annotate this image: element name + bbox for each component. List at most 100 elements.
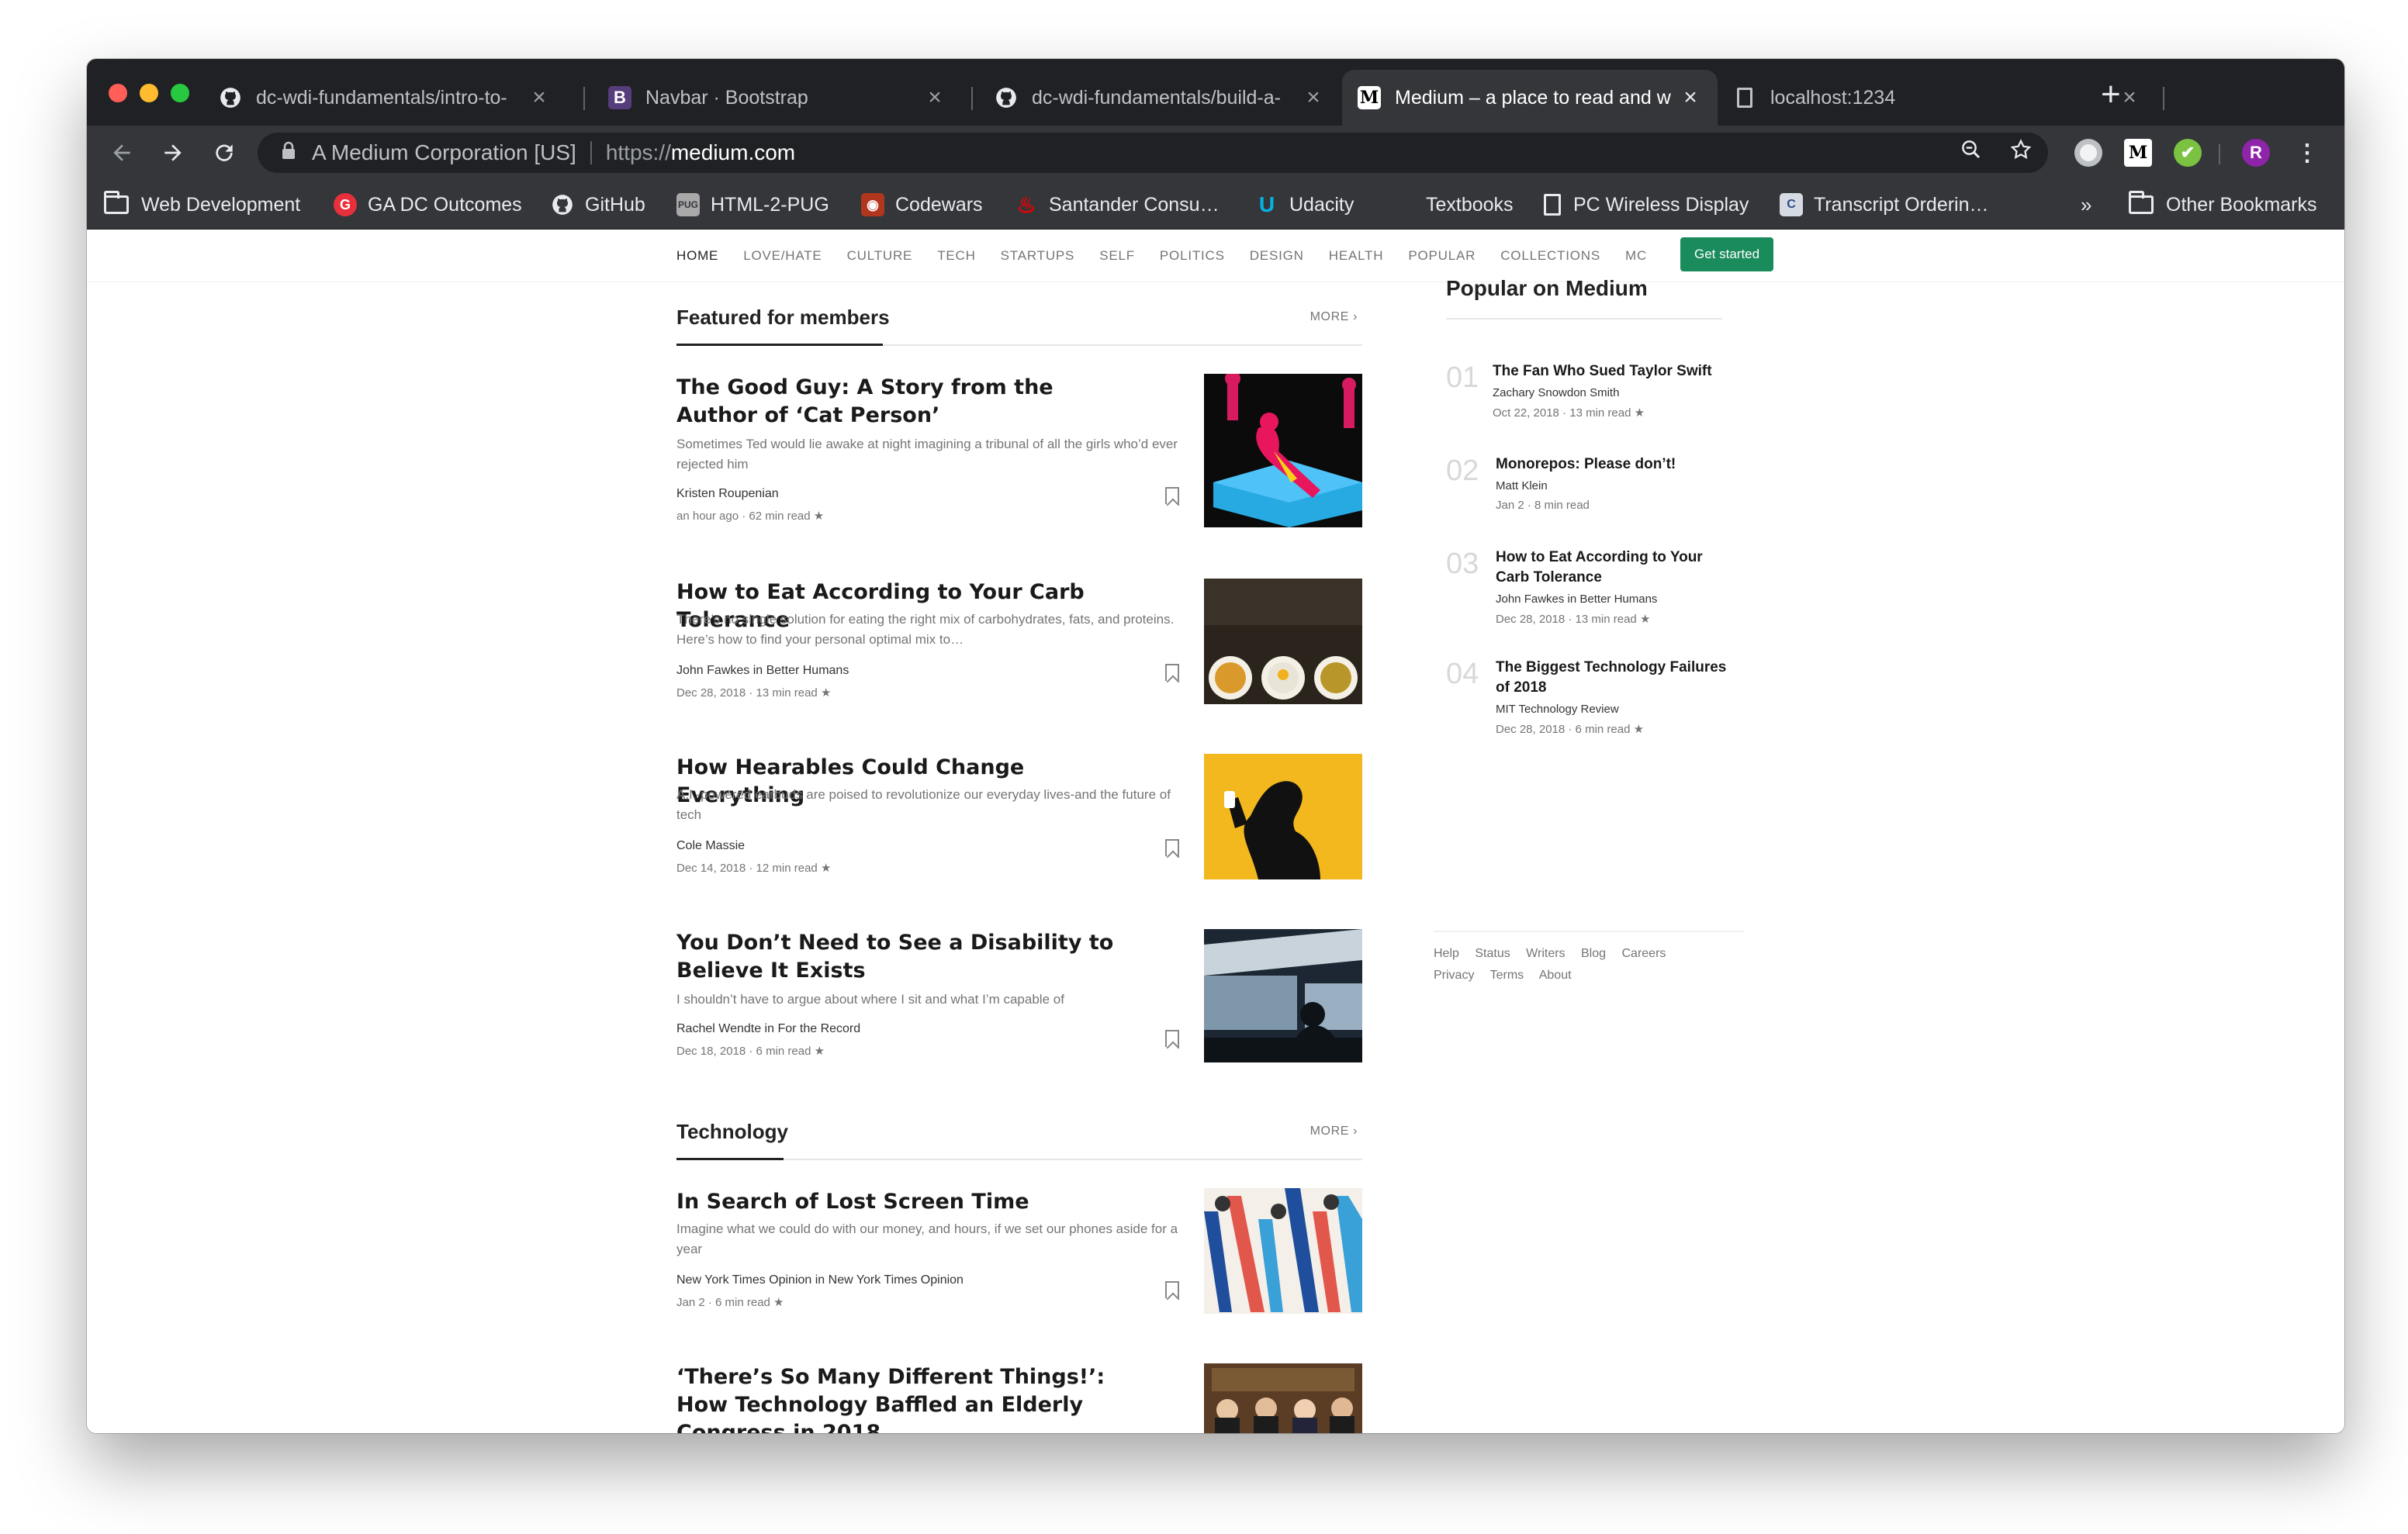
bookmark-icon[interactable] xyxy=(1165,839,1179,856)
close-icon[interactable]: × xyxy=(1679,85,1702,111)
article-thumbnail[interactable] xyxy=(1204,1188,1362,1314)
article-card[interactable]: You Don’t Need to See a Disability to Be… xyxy=(676,929,1362,1084)
bookmark-web-development[interactable]: Web Development xyxy=(104,188,300,222)
bookmark-transcript-ordering[interactable]: C Transcript Orderin… xyxy=(1780,188,1989,222)
nav-politics[interactable]: POLITICS xyxy=(1160,248,1225,264)
article-author[interactable]: New York Times Opinion in New York Times… xyxy=(676,1273,964,1287)
footer-link-blog[interactable]: Blog xyxy=(1581,947,1606,960)
tab-title: dc-wdi-fundamentals/intro-to- xyxy=(256,86,507,109)
article-thumbnail[interactable] xyxy=(1204,579,1362,704)
footer-link-help[interactable]: Help xyxy=(1434,947,1459,960)
close-icon[interactable]: × xyxy=(2118,85,2141,111)
footer-divider xyxy=(1434,931,1744,932)
get-started-button[interactable]: Get started xyxy=(1680,237,1774,271)
forward-button[interactable] xyxy=(154,133,192,172)
tab-medium[interactable]: M Medium – a place to read and w × xyxy=(1342,70,1718,126)
nav-culture[interactable]: CULTURE xyxy=(847,248,913,264)
bookmark-pc-wireless-display[interactable]: PC Wireless Display xyxy=(1544,188,1749,222)
profile-avatar[interactable]: R xyxy=(2242,139,2270,167)
bookmark-other-bookmarks[interactable]: Other Bookmarks xyxy=(2129,188,2317,222)
article-card[interactable]: ‘There’s So Many Different Things!’: How… xyxy=(676,1363,1362,1433)
article-title[interactable]: ‘There’s So Many Different Things!’: How… xyxy=(676,1363,1157,1433)
nav-more[interactable]: MC xyxy=(1625,248,1645,264)
bookmark-textbooks[interactable]: Textbooks xyxy=(1426,188,1514,222)
footer-link-terms[interactable]: Terms xyxy=(1490,969,1524,982)
extension-circle-icon[interactable] xyxy=(2074,139,2102,167)
menu-kebab-icon[interactable]: ⋮ xyxy=(2293,139,2321,167)
bookmark-github[interactable]: GitHub xyxy=(551,188,645,222)
article-card[interactable]: How Hearables Could Change Everything A.… xyxy=(676,754,1362,886)
article-thumbnail[interactable] xyxy=(1204,929,1362,1062)
article-author[interactable]: Kristen Roupenian xyxy=(676,487,779,501)
tab-bootstrap[interactable]: B Navbar · Bootstrap × xyxy=(593,70,962,126)
tab-github-build[interactable]: dc-wdi-fundamentals/build-a- × xyxy=(979,70,1341,126)
bookmark-icon[interactable] xyxy=(1165,664,1179,681)
article-title[interactable]: In Search of Lost Screen Time xyxy=(676,1188,1126,1216)
footer-link-privacy[interactable]: Privacy xyxy=(1434,969,1474,982)
close-icon[interactable]: × xyxy=(1302,85,1325,111)
bookmark-icon[interactable] xyxy=(1165,1281,1179,1298)
lock-icon[interactable] xyxy=(265,141,312,165)
footer-link-writers[interactable]: Writers xyxy=(1526,947,1565,960)
footer-link-careers[interactable]: Careers xyxy=(1621,947,1666,960)
more-link[interactable]: MORE › xyxy=(1310,310,1358,324)
bookmark-icon[interactable] xyxy=(1165,487,1179,504)
article-card[interactable]: How to Eat According to Your Carb Tolera… xyxy=(676,579,1362,710)
popular-item-author[interactable]: Matt Klein xyxy=(1496,479,1728,492)
bookmark-icon[interactable] xyxy=(1165,1030,1179,1047)
close-window-button[interactable] xyxy=(109,84,127,102)
article-thumbnail[interactable] xyxy=(1204,374,1362,527)
popular-item-title[interactable]: The Biggest Technology Failures of 2018 xyxy=(1496,658,1728,698)
article-author[interactable]: Rachel Wendte in For the Record xyxy=(676,1022,860,1036)
bookmark-codewars[interactable]: ◉ Codewars xyxy=(861,188,983,222)
nav-self[interactable]: SELF xyxy=(1099,248,1135,264)
nav-popular[interactable]: POPULAR xyxy=(1408,248,1476,264)
bookmark-santander[interactable]: ♨ Santander Consu… xyxy=(1015,188,1219,222)
article-author[interactable]: John Fawkes in Better Humans xyxy=(676,664,849,678)
article-thumbnail[interactable] xyxy=(1204,1363,1362,1433)
zoom-icon[interactable] xyxy=(1960,138,1983,168)
back-button[interactable] xyxy=(102,133,141,172)
article-author[interactable]: Cole Massie xyxy=(676,839,745,853)
article-card[interactable]: In Search of Lost Screen Time Imagine wh… xyxy=(676,1188,1362,1320)
bookmark-udacity[interactable]: U Udacity xyxy=(1255,188,1354,222)
nav-design[interactable]: DESIGN xyxy=(1250,248,1304,264)
footer-link-about[interactable]: About xyxy=(1539,969,1572,982)
article-card[interactable]: The Good Guy: A Story from the Author of… xyxy=(676,374,1362,529)
bookmark-star-icon[interactable] xyxy=(2009,138,2033,168)
nav-startups[interactable]: STARTUPS xyxy=(1001,248,1075,264)
reload-button[interactable] xyxy=(205,133,244,172)
article-title[interactable]: You Don’t Need to See a Disability to Be… xyxy=(676,929,1126,985)
bookmarks-overflow-button[interactable]: » xyxy=(2081,188,2091,222)
popular-rank: 03 xyxy=(1446,548,1479,580)
tab-localhost[interactable]: localhost:1234 × xyxy=(1718,70,2157,126)
popular-item-meta: Oct 22, 2018 · 13 min read ★ xyxy=(1493,406,1645,420)
close-icon[interactable]: × xyxy=(923,85,946,111)
address-bar[interactable]: A Medium Corporation [US] https:// mediu… xyxy=(258,133,2048,173)
popular-item-title[interactable]: How to Eat According to Your Carb Tolera… xyxy=(1496,548,1728,588)
popular-item-author[interactable]: Zachary Snowdon Smith xyxy=(1493,386,1725,399)
nav-health[interactable]: HEALTH xyxy=(1329,248,1384,264)
popular-item-title[interactable]: The Fan Who Sued Taylor Swift xyxy=(1493,361,1725,382)
popular-item-title[interactable]: Monorepos: Please don’t! xyxy=(1496,454,1728,475)
bookmark-ga-dc-outcomes[interactable]: G GA DC Outcomes xyxy=(334,188,522,222)
nav-collections[interactable]: COLLECTIONS xyxy=(1500,248,1600,264)
nav-tech[interactable]: TECH xyxy=(937,248,975,264)
more-link[interactable]: MORE › xyxy=(1310,1125,1358,1138)
article-thumbnail[interactable] xyxy=(1204,754,1362,879)
tab-github-intro[interactable]: dc-wdi-fundamentals/intro-to- × xyxy=(203,70,566,126)
minimize-window-button[interactable] xyxy=(140,84,158,102)
nav-home[interactable]: HOME xyxy=(676,248,718,264)
popular-item-author[interactable]: MIT Technology Review xyxy=(1496,703,1728,716)
medium-extension-icon[interactable]: M xyxy=(2124,139,2152,167)
close-icon[interactable]: × xyxy=(528,85,551,111)
footer-link-status[interactable]: Status xyxy=(1475,947,1510,960)
thumbs-up-extension-icon[interactable]: ✔ xyxy=(2174,139,2202,167)
bookmark-html-2-pug[interactable]: PUG HTML-2-PUG xyxy=(676,188,829,222)
github-icon xyxy=(551,193,574,216)
maximize-window-button[interactable] xyxy=(171,84,189,102)
nav-love-hate[interactable]: LOVE/HATE xyxy=(743,248,822,264)
article-title[interactable]: The Good Guy: A Story from the Author of… xyxy=(676,374,1126,430)
new-tab-button[interactable]: + xyxy=(2101,78,2121,112)
popular-item-author[interactable]: John Fawkes in Better Humans xyxy=(1496,593,1728,606)
